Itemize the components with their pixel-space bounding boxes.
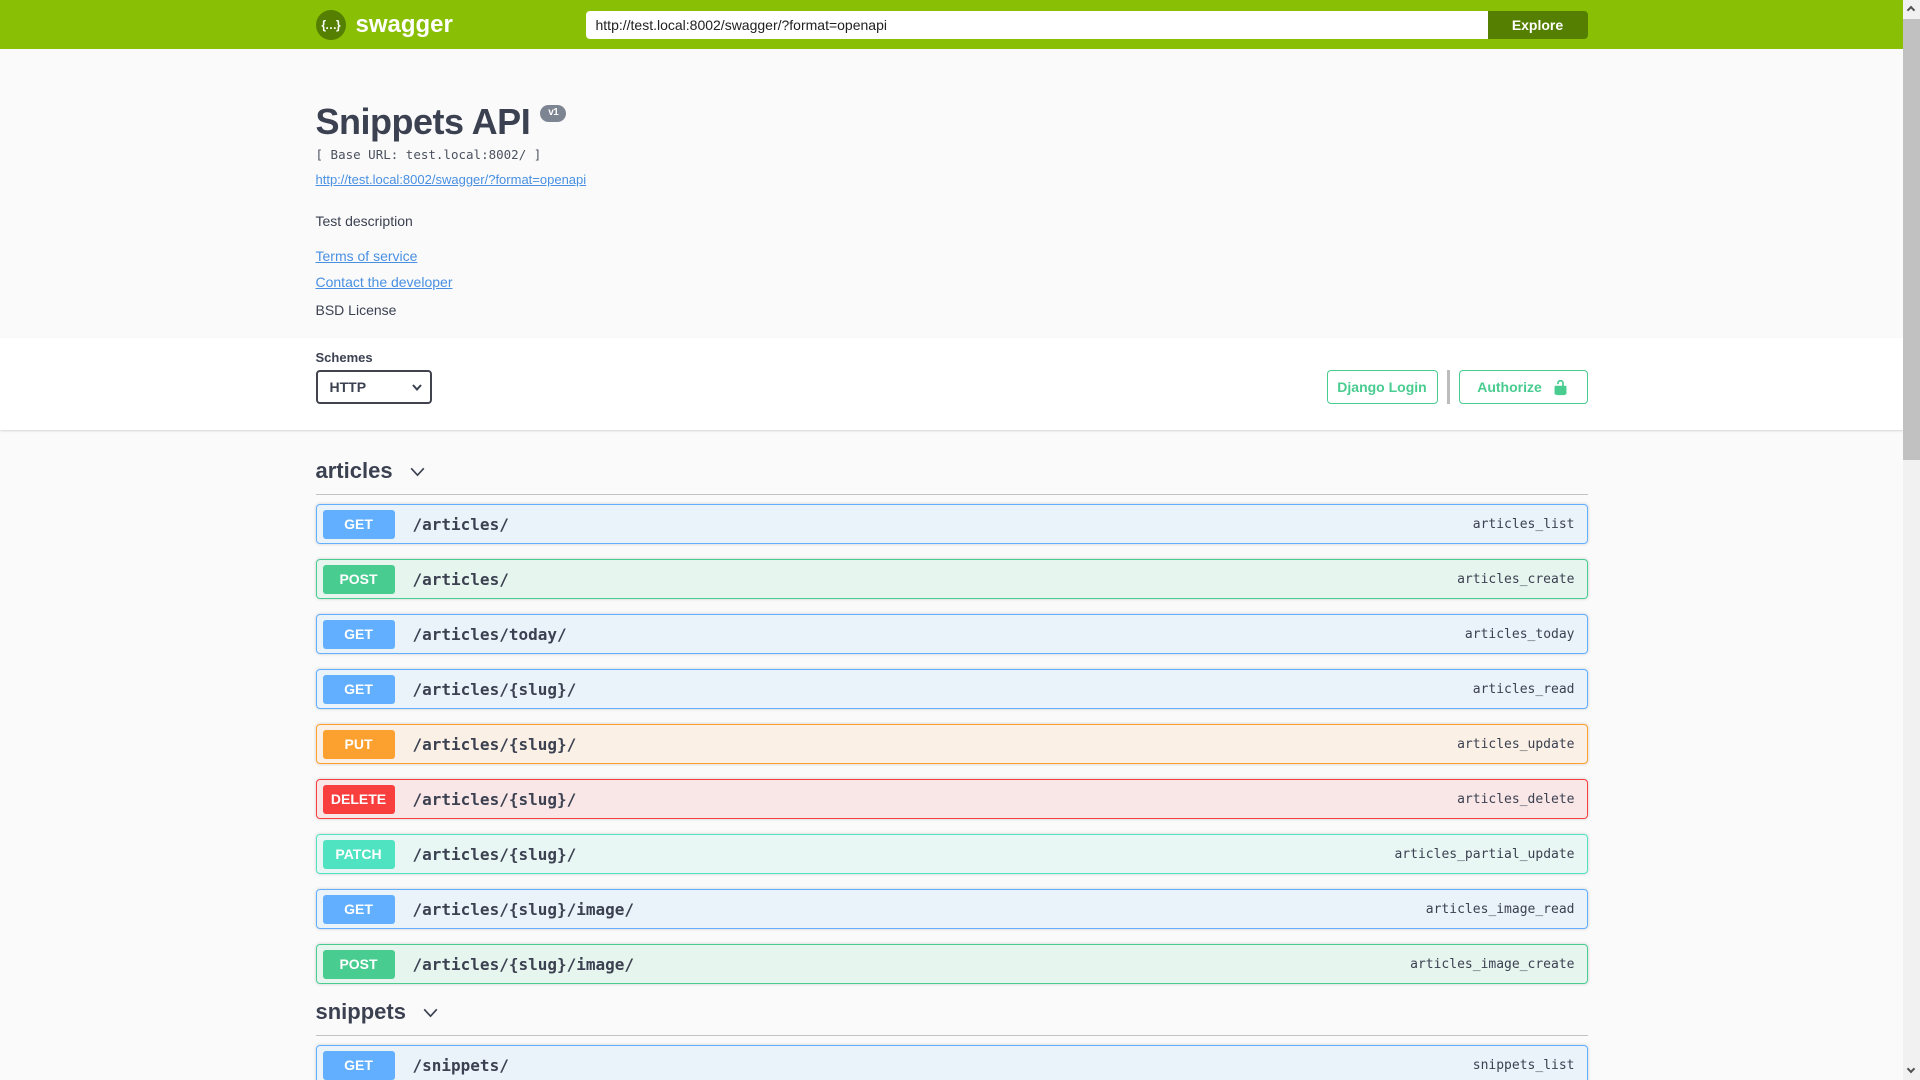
method-badge: GET xyxy=(322,509,395,539)
opblock-row[interactable]: DELETE /articles/{slug}/ articles_delete xyxy=(315,779,1588,819)
explore-form: Explore xyxy=(585,10,1588,39)
base-url: [ Base URL: test.local:8002/ ] xyxy=(315,146,542,162)
scroll-down-button[interactable] xyxy=(1903,1062,1920,1080)
method-badge: POST xyxy=(322,564,395,594)
info-section: Snippets API v1 [ Base URL: test.local:80… xyxy=(0,49,1903,338)
arrow-up-icon xyxy=(1906,5,1916,15)
contact-developer-link[interactable]: Contact the developer xyxy=(316,274,453,290)
opblock-row[interactable]: POST /articles/ articles_create xyxy=(315,559,1588,599)
schemes-select[interactable]: HTTP xyxy=(315,370,432,404)
arrow-down-icon xyxy=(1906,1064,1916,1074)
op-id: articles_list xyxy=(1472,516,1575,532)
api-description: Test description xyxy=(315,212,413,229)
op-path: /articles/{slug}/ xyxy=(412,679,577,699)
url-input[interactable] xyxy=(585,10,1488,39)
django-login-button[interactable]: Django Login xyxy=(1326,370,1438,404)
section-header[interactable]: articles xyxy=(315,458,1588,495)
op-id: articles_create xyxy=(1457,571,1575,587)
chevron-down-icon xyxy=(423,1008,438,1017)
op-path: /articles/{slug}/image/ xyxy=(412,899,635,919)
page: {…} swagger Explore Snippets APIv1 [ Bas… xyxy=(0,0,1903,1080)
op-path: /articles/ xyxy=(412,514,509,534)
method-badge: PATCH xyxy=(322,839,395,869)
op-id: articles_update xyxy=(1457,736,1575,752)
opblock-row[interactable]: GET /articles/today/ articles_today xyxy=(315,614,1588,654)
opblock-row[interactable]: GET /articles/{slug}/ articles_read xyxy=(315,669,1588,709)
op-path: /articles/{slug}/image/ xyxy=(412,954,635,974)
brand-text: swagger xyxy=(355,10,453,38)
method-badge: GET xyxy=(322,1050,395,1080)
scroll-up-button[interactable] xyxy=(1903,0,1920,18)
opblock-row[interactable]: PATCH /articles/{slug}/ articles_partial… xyxy=(315,834,1588,874)
auth-divider xyxy=(1446,370,1450,404)
operations-list: articles GET /articles/ articles_list PO… xyxy=(315,430,1588,1080)
section-rows: GET /articles/ articles_list POST /artic… xyxy=(315,504,1588,984)
opblock-row[interactable]: PUT /articles/{slug}/ articles_update xyxy=(315,724,1588,764)
method-badge: GET xyxy=(322,894,395,924)
version-badge: v1 xyxy=(540,105,567,122)
page-title: Snippets API v1 xyxy=(316,103,1588,141)
op-path: /articles/today/ xyxy=(412,624,567,644)
section-title: articles xyxy=(315,458,393,483)
op-path: /articles/{slug}/ xyxy=(412,734,577,754)
op-path: /articles/{slug}/ xyxy=(412,844,577,864)
scrollbar-thumb[interactable] xyxy=(1903,19,1920,460)
method-badge: PUT xyxy=(322,729,395,759)
spec-link[interactable]: http://test.local:8002/swagger/?format=o… xyxy=(316,172,587,187)
api-section: articles GET /articles/ articles_list PO… xyxy=(315,458,1588,984)
section-title: snippets xyxy=(315,999,406,1024)
section-rows: GET /snippets/ snippets_list xyxy=(315,1045,1588,1080)
method-badge: DELETE xyxy=(322,784,395,814)
authorize-label: Authorize xyxy=(1477,379,1542,395)
scrollbar[interactable] xyxy=(1903,0,1920,1080)
op-id: snippets_list xyxy=(1472,1057,1575,1073)
op-path: /snippets/ xyxy=(412,1055,509,1075)
method-badge: GET xyxy=(322,674,395,704)
swagger-logo-icon: {…} xyxy=(315,9,346,40)
schemes-label: Schemes xyxy=(315,350,373,365)
op-id: articles_read xyxy=(1472,681,1575,697)
terms-of-service-link[interactable]: Terms of service xyxy=(316,248,418,264)
api-section: snippets GET /snippets/ snippets_list xyxy=(315,999,1588,1080)
op-id: articles_image_read xyxy=(1425,901,1575,917)
unlock-icon xyxy=(1554,379,1567,395)
chevron-down-icon xyxy=(410,467,424,476)
op-id: articles_partial_update xyxy=(1394,846,1575,862)
authorize-button[interactable]: Authorize xyxy=(1458,370,1588,404)
op-id: articles_delete xyxy=(1457,791,1575,807)
topbar: {…} swagger Explore xyxy=(0,0,1903,49)
op-path: /articles/{slug}/ xyxy=(412,789,577,809)
method-badge: GET xyxy=(322,619,395,649)
section-header[interactable]: snippets xyxy=(315,999,1588,1036)
op-id: articles_today xyxy=(1464,626,1575,642)
scheme-container: Schemes HTTP Django Login Authorize xyxy=(0,338,1903,430)
opblock-row[interactable]: POST /articles/{slug}/image/ articles_im… xyxy=(315,944,1588,984)
opblock-row[interactable]: GET /articles/ articles_list xyxy=(315,504,1588,544)
op-id: articles_image_create xyxy=(1410,956,1575,972)
method-badge: POST xyxy=(322,949,395,979)
explore-button[interactable]: Explore xyxy=(1487,10,1588,39)
opblock-row[interactable]: GET /snippets/ snippets_list xyxy=(315,1045,1588,1080)
swagger-logo[interactable]: {…} swagger xyxy=(315,9,453,40)
opblock-row[interactable]: GET /articles/{slug}/image/ articles_ima… xyxy=(315,889,1588,929)
op-path: /articles/ xyxy=(412,569,509,589)
license-text: BSD License xyxy=(315,301,397,318)
